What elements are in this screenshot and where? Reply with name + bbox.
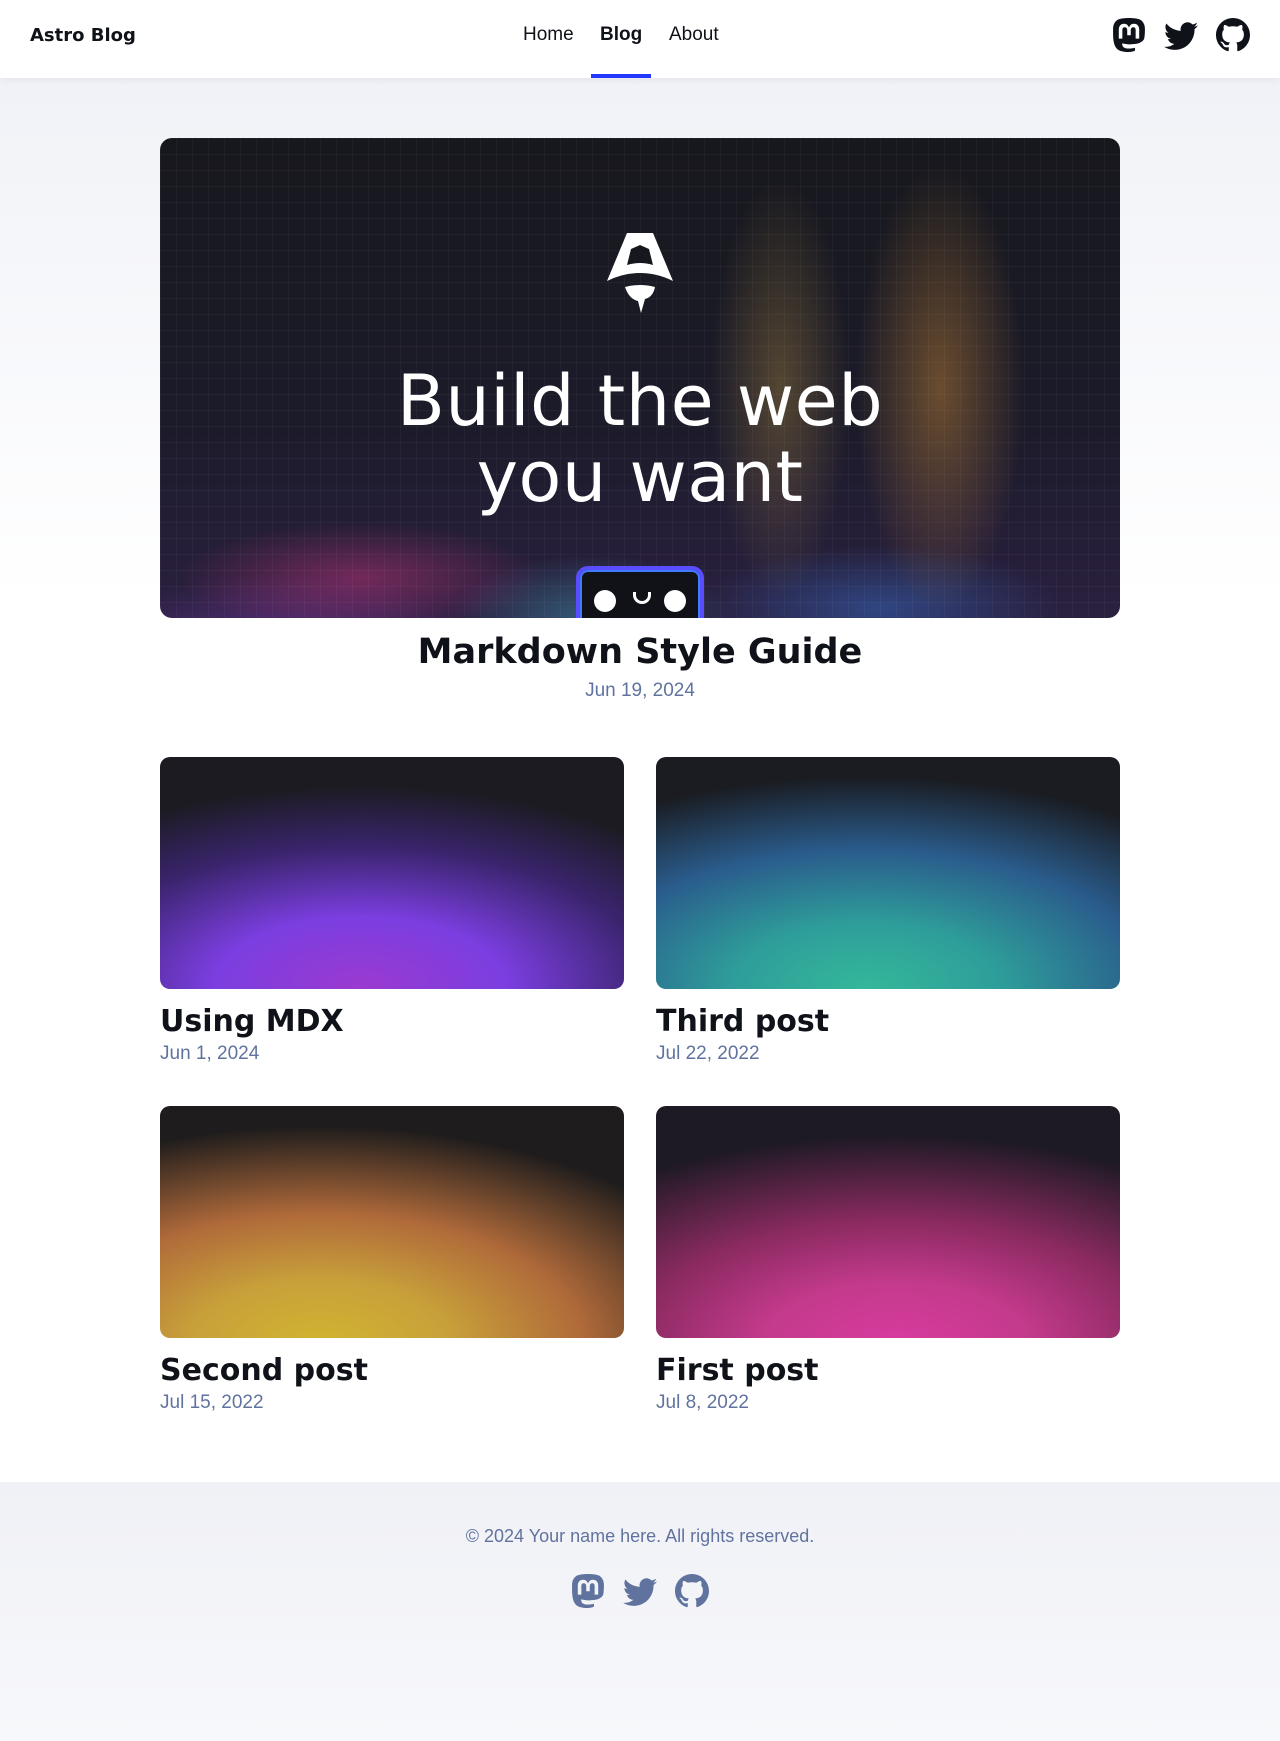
github-icon[interactable] (675, 1574, 709, 1608)
hero-headline-line2: you want (476, 436, 804, 518)
post-title: Third post (656, 1004, 830, 1039)
header-social-links (1112, 18, 1250, 52)
post-thumbnail (160, 1106, 624, 1338)
site-header: Astro Blog Home Blog About (0, 0, 1280, 78)
github-icon[interactable] (1216, 18, 1250, 52)
hero-headline-line1: Build the web (396, 360, 884, 442)
main-nav: Home Blog About (0, 0, 1280, 78)
astro-logo-icon (607, 233, 673, 313)
twitter-icon[interactable] (1164, 18, 1198, 52)
hero-post-date: Jun 19, 2024 (585, 680, 695, 701)
post-thumbnail (656, 757, 1120, 989)
nav-link-blog[interactable]: Blog (591, 24, 652, 78)
twitter-icon[interactable] (623, 1574, 657, 1608)
mastodon-icon[interactable] (1112, 18, 1146, 52)
mascot-right-eye (664, 590, 686, 612)
footer-social-links (0, 1574, 1280, 1608)
post-date: Jun 1, 2024 (160, 1043, 260, 1064)
post-title: First post (656, 1353, 819, 1388)
hero-image-headline: Build the web you want (160, 363, 1120, 515)
post-title: Using MDX (160, 1004, 344, 1039)
post-card-third-post[interactable]: Third post Jul 22, 2022 (656, 757, 1120, 1065)
site-footer: © 2024 Your name here. All rights reserv… (0, 1482, 1280, 1741)
hero-post-image[interactable]: Build the web you want (160, 138, 1120, 618)
mascot-mouth (633, 592, 651, 604)
post-date: Jul 22, 2022 (656, 1043, 760, 1064)
post-thumbnail (656, 1106, 1120, 1338)
post-title: Second post (160, 1353, 368, 1388)
post-date: Jul 8, 2022 (656, 1392, 749, 1413)
nav-link-about[interactable]: About (669, 24, 719, 78)
footer-copyright: © 2024 Your name here. All rights reserv… (465, 1526, 815, 1546)
post-card-using-mdx[interactable]: Using MDX Jun 1, 2024 (160, 757, 624, 1065)
hero-post-title[interactable]: Markdown Style Guide (0, 632, 1280, 672)
post-thumbnail (160, 757, 624, 989)
post-date: Jul 15, 2022 (160, 1392, 264, 1413)
mascot-left-eye (594, 590, 616, 612)
post-card-second-post[interactable]: Second post Jul 15, 2022 (160, 1106, 624, 1414)
astro-mascot-face-icon (576, 566, 704, 618)
post-card-first-post[interactable]: First post Jul 8, 2022 (656, 1106, 1120, 1414)
mastodon-icon[interactable] (571, 1574, 605, 1608)
nav-link-home[interactable]: Home (523, 24, 574, 78)
